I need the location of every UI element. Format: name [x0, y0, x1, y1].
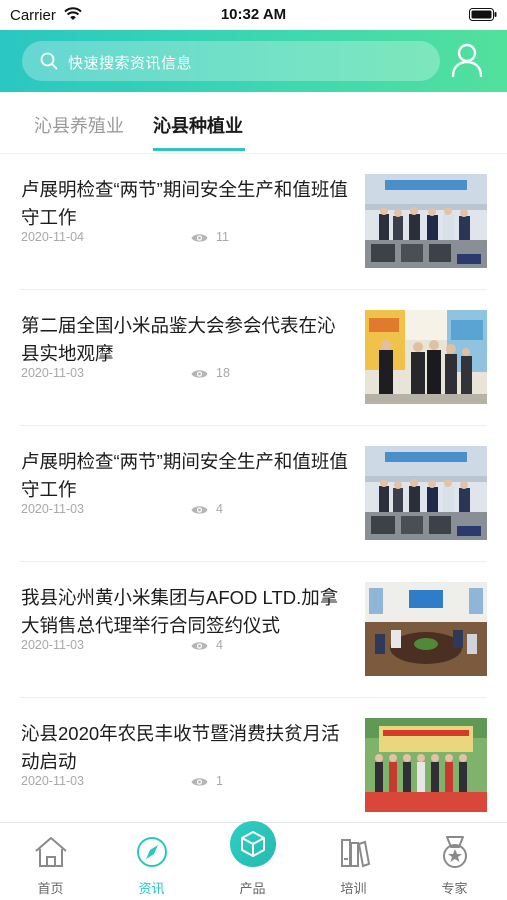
battery-icon: [469, 8, 497, 21]
news-item[interactable]: 第二届全国小米品鉴大会参会代表在沁县实地观摩 2020-11-03 18: [0, 290, 507, 426]
tab-news[interactable]: 资讯: [101, 823, 202, 900]
home-icon: [35, 837, 67, 867]
search-input[interactable]: 快速搜索资讯信息: [22, 41, 440, 81]
eye-icon: [191, 234, 208, 242]
view-count: 4: [216, 638, 223, 652]
search-icon: [40, 52, 58, 70]
news-thumbnail: [365, 310, 487, 404]
category-tabs: 沁县养殖业 沁县种植业: [0, 92, 507, 154]
tab-label: 专家: [441, 881, 468, 896]
news-title: 第二届全国小米品鉴大会参会代表在沁县实地观摩: [21, 315, 336, 364]
news-title: 卢展明检查“两节”期间安全生产和值班值守工作: [21, 179, 348, 228]
news-title: 沁县2020年农民丰收节暨消费扶贫月活动启动: [21, 723, 340, 772]
tab-products[interactable]: 产品: [202, 821, 303, 900]
news-item[interactable]: 我县沁州黄小米集团与AFOD LTD.加拿大销售总代理举行合同签约仪式 2020…: [0, 562, 507, 698]
tab-home[interactable]: 首页: [0, 823, 101, 900]
tab-label: 首页: [37, 881, 64, 896]
eye-icon: [191, 642, 208, 650]
news-item[interactable]: 卢展明检查“两节”期间安全生产和值班值守工作 2020-11-03 4: [0, 426, 507, 562]
tab-breeding[interactable]: 沁县养殖业: [34, 112, 124, 138]
user-icon[interactable]: [451, 43, 483, 77]
medal-icon: [443, 836, 467, 868]
news-date: 2020-11-03: [21, 638, 85, 652]
tab-planting[interactable]: 沁县种植业: [153, 112, 243, 138]
news-thumbnail: [365, 718, 487, 812]
bottom-tab-bar: 首页 资讯 产品 培训 专家: [0, 821, 507, 900]
eye-icon: [191, 778, 208, 786]
active-tab-indicator: [153, 148, 245, 151]
status-time: 10:32 AM: [220, 6, 287, 23]
news-date: 2020-11-03: [21, 502, 85, 516]
news-date: 2020-11-03: [21, 774, 85, 788]
view-count: 11: [216, 230, 229, 244]
tab-label: 产品: [239, 881, 266, 896]
tab-experts[interactable]: 专家: [404, 823, 505, 900]
compass-icon: [137, 837, 167, 867]
app-header: 快速搜索资讯信息: [0, 30, 507, 92]
news-title: 我县沁州黄小米集团与AFOD LTD.加拿大销售总代理举行合同签约仪式: [21, 587, 339, 636]
product-button[interactable]: [230, 821, 276, 867]
tab-label: 培训: [340, 881, 367, 896]
news-title: 卢展明检查“两节”期间安全生产和值班值守工作: [21, 451, 348, 500]
search-placeholder: 快速搜索资讯信息: [68, 55, 193, 72]
news-item[interactable]: 卢展明检查“两节”期间安全生产和值班值守工作 2020-11-04 11: [0, 154, 507, 290]
news-thumbnail: [365, 446, 487, 540]
tab-label: 资讯: [138, 881, 165, 896]
status-bar: Carrier 10:32 AM: [0, 0, 507, 30]
news-thumbnail: [365, 582, 487, 676]
eye-icon: [191, 370, 208, 378]
tab-training[interactable]: 培训: [303, 823, 404, 900]
books-icon: [341, 839, 371, 868]
view-count: 1: [216, 774, 223, 788]
eye-icon: [191, 506, 208, 514]
view-count: 4: [216, 502, 223, 516]
news-date: 2020-11-03: [21, 366, 85, 380]
box-icon: [241, 831, 265, 857]
news-item[interactable]: 沁县2020年农民丰收节暨消费扶贫月活动启动 2020-11-03 1: [0, 698, 507, 834]
news-date: 2020-11-04: [21, 230, 85, 244]
news-thumbnail: [365, 174, 487, 268]
view-count: 18: [216, 366, 230, 380]
